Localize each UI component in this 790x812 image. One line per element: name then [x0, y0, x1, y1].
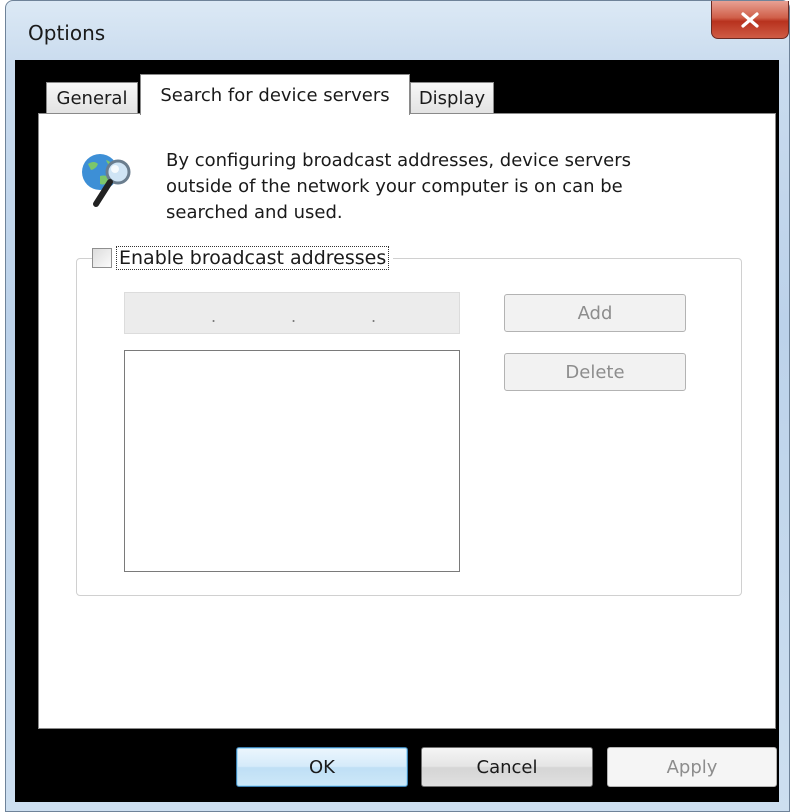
close-button[interactable]: [711, 1, 789, 39]
enable-broadcast-legend: Enable broadcast addresses: [92, 244, 394, 272]
ip-separator-dot: .: [211, 307, 217, 326]
ok-button[interactable]: OK: [236, 747, 408, 787]
apply-button[interactable]: Apply: [607, 747, 777, 787]
ip-separator-dot: .: [291, 307, 297, 326]
tab-display[interactable]: Display: [410, 82, 494, 114]
ip-separator-dot: .: [371, 307, 377, 326]
add-button[interactable]: Add: [504, 294, 686, 332]
network-search-icon: [78, 148, 144, 210]
title-bar[interactable]: Options: [6, 1, 789, 61]
tab-general[interactable]: General: [46, 82, 138, 114]
search-description: By configuring broadcast addresses, devi…: [166, 150, 631, 223]
close-x-icon: [741, 11, 759, 28]
enable-broadcast-checkbox[interactable]: [92, 248, 112, 268]
broadcast-address-list[interactable]: [124, 350, 460, 572]
cancel-button[interactable]: Cancel: [421, 747, 593, 787]
enable-broadcast-label[interactable]: Enable broadcast addresses: [116, 246, 390, 270]
window-title: Options: [28, 21, 106, 45]
delete-button[interactable]: Delete: [504, 353, 686, 391]
tab-search-for-device-servers[interactable]: Search for device servers: [140, 74, 410, 115]
ip-address-input[interactable]: . . .: [124, 292, 460, 334]
